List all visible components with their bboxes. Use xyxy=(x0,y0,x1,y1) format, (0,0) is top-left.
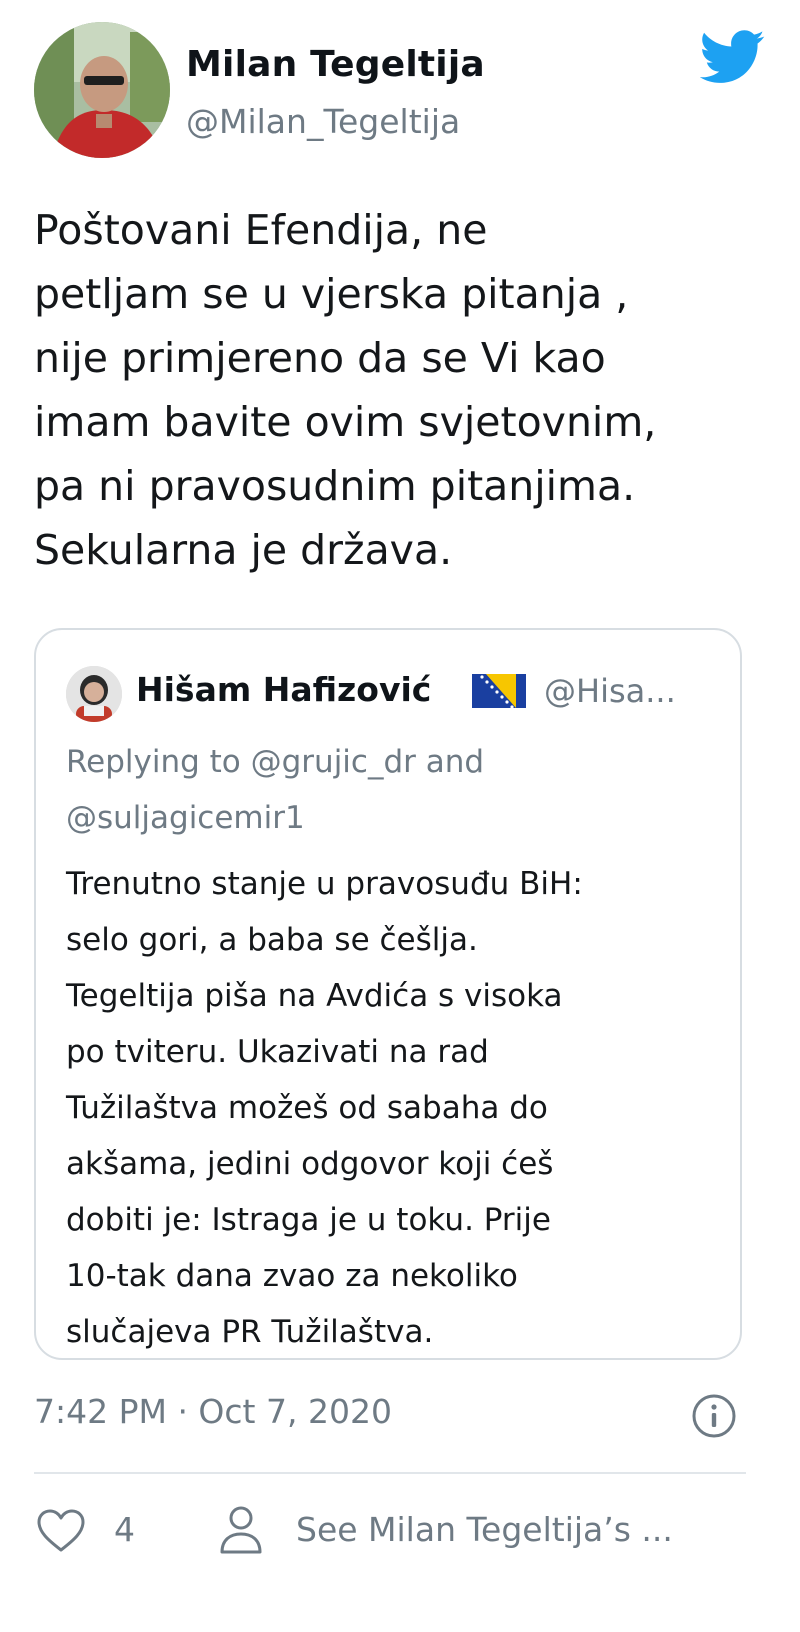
tweet-text-line: Sekularna je država. xyxy=(34,526,453,574)
quoted-text-line: Tegeltija piša na Avdića s visoka xyxy=(66,978,563,1014)
twitter-bird-icon[interactable] xyxy=(700,30,766,84)
quoted-text-line: slučajeva PR Tužilaštva. xyxy=(66,1314,434,1350)
author-avatar[interactable] xyxy=(34,22,170,158)
tweet-text-line: pa ni pravosudnim pitanjima. xyxy=(34,462,636,510)
author-handle[interactable]: @Milan_Tegeltija xyxy=(186,102,460,141)
profile-icon[interactable] xyxy=(218,1504,264,1556)
quoted-author-avatar xyxy=(66,666,122,722)
see-profile-link[interactable]: See Milan Tegeltija’s ... xyxy=(296,1510,673,1549)
tweet-text-line: petljam se u vjerska pitanja , xyxy=(34,270,629,318)
heart-icon[interactable] xyxy=(36,1508,86,1554)
quoted-text-line: Trenutno stanje u pravosuđu BiH: xyxy=(66,866,583,902)
quoted-text-line: 10-tak dana zvao za nekoliko xyxy=(66,1258,518,1294)
divider xyxy=(34,1472,746,1474)
replying-to: Replying to @grujic_dr and @suljagicemir… xyxy=(66,734,484,846)
quoted-avatar-photo-icon xyxy=(66,666,122,722)
quoted-text-line: po tviteru. Ukazivati na rad xyxy=(66,1034,489,1070)
quoted-text-line: dobiti je: Istraga je u toku. Prije xyxy=(66,1202,551,1238)
like-count[interactable]: 4 xyxy=(114,1510,135,1549)
tweet-card: Milan Tegeltija @Milan_Tegeltija Poštova… xyxy=(0,0,800,1632)
quoted-author-name: Hišam Hafizović xyxy=(136,670,432,709)
info-icon[interactable] xyxy=(690,1392,738,1440)
bosnia-herzegovina-flag-icon xyxy=(472,674,526,708)
replying-to-line: Replying to @grujic_dr and xyxy=(66,744,485,780)
author-name[interactable]: Milan Tegeltija xyxy=(186,44,485,85)
tweet-text: Poštovani Efendija, ne petljam se u vjer… xyxy=(34,198,774,582)
tweet-timestamp[interactable]: 7:42 PM · Oct 7, 2020 xyxy=(34,1392,392,1431)
avatar-photo-icon xyxy=(34,22,170,158)
quoted-text-line: akšama, jedini odgovor koji ćeš xyxy=(66,1146,554,1182)
tweet-text-line: nije primjereno da se Vi kao xyxy=(34,334,606,382)
quoted-text-line: Tužilaštva možeš od sabaha do xyxy=(66,1090,548,1126)
quoted-text-line: selo gori, a baba se češlja. xyxy=(66,922,478,958)
quoted-tweet-text: Trenutno stanje u pravosuđu BiH: selo go… xyxy=(66,856,583,1360)
replying-to-line: @suljagicemir1 xyxy=(66,800,305,836)
quoted-tweet[interactable]: Hišam Hafizović @Hisa... Replying to @gr… xyxy=(34,628,742,1360)
tweet-text-line: imam bavite ovim svjetovnim, xyxy=(34,398,657,446)
tweet-text-line: Poštovani Efendija, ne xyxy=(34,206,488,254)
quoted-author-handle: @Hisa... xyxy=(544,672,676,710)
